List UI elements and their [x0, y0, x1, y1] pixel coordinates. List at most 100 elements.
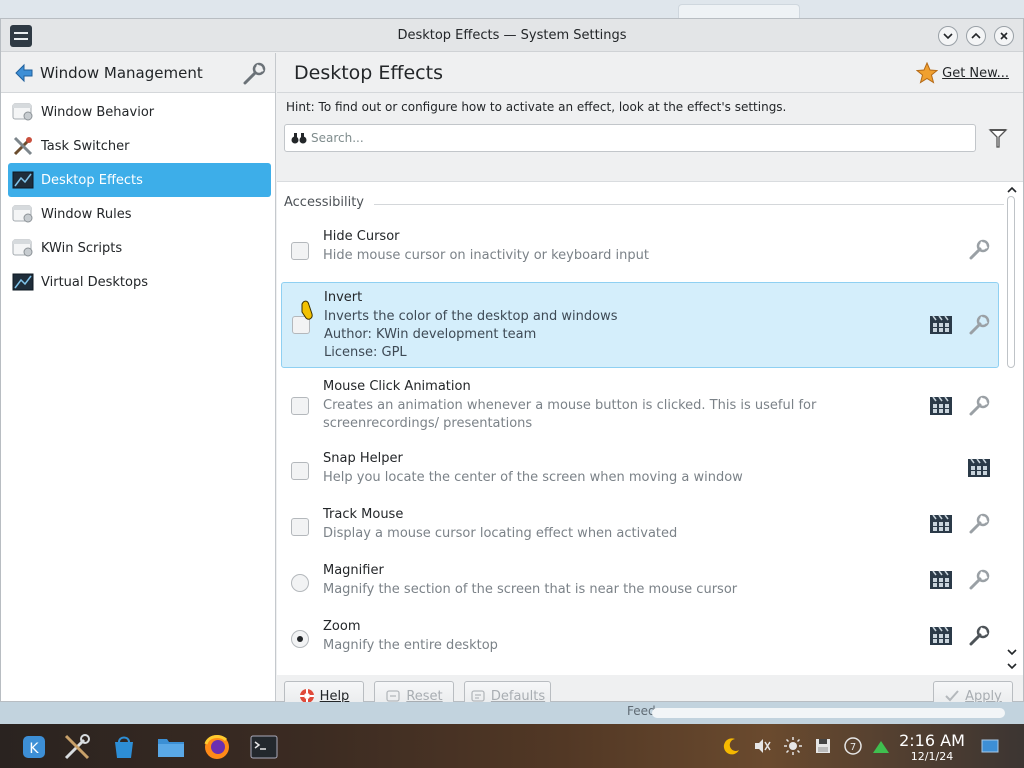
application-launcher-icon[interactable]: K: [17, 730, 51, 764]
effect-item-zoom[interactable]: Zoom Magnify the entire desktop: [281, 612, 999, 664]
sidebar-item-label: KWin Scripts: [41, 240, 123, 256]
firefox-icon[interactable]: [200, 730, 234, 764]
star-icon: [916, 62, 939, 84]
effect-name: Zoom: [323, 619, 361, 634]
effect-checkbox[interactable]: [291, 242, 309, 260]
configure-icon[interactable]: [967, 238, 991, 262]
video-clapperboard-icon[interactable]: [929, 514, 953, 534]
chevron-up-icon: [971, 32, 981, 39]
scroll-track[interactable]: [1007, 196, 1015, 660]
sidebar-item-label: Window Rules: [41, 206, 132, 222]
sidebar-item-kwin-scripts[interactable]: KWin Scripts: [8, 231, 271, 265]
effect-checkbox[interactable]: [292, 316, 310, 334]
scroll-down-icon[interactable]: [1006, 660, 1018, 672]
maximize-button[interactable]: [966, 26, 986, 46]
effect-item-magnifier[interactable]: Magnifier Magnify the section of the scr…: [281, 556, 999, 608]
sidebar-item-label: Task Switcher: [41, 138, 130, 154]
effect-description: Hide mouse cursor on inactivity or keybo…: [323, 248, 649, 263]
sidebar: Window Management Window Behavior Task S…: [1, 53, 276, 701]
effect-name: Hide Cursor: [323, 229, 400, 244]
effect-radio[interactable]: [291, 574, 309, 592]
effect-description: Help you locate the center of the screen…: [323, 470, 743, 485]
video-clapperboard-icon[interactable]: [967, 458, 991, 478]
video-clapperboard-icon[interactable]: [929, 626, 953, 646]
binoculars-icon: [291, 133, 307, 144]
titlebar: Desktop Effects — System Settings: [1, 19, 1023, 52]
effect-name: Track Mouse: [323, 507, 404, 522]
file-manager-icon[interactable]: [154, 730, 188, 764]
system-settings-window: Desktop Effects — System Settings Window…: [0, 18, 1024, 711]
search-input[interactable]: [311, 129, 961, 147]
configure-icon[interactable]: [967, 568, 991, 592]
volume-muted-icon[interactable]: [752, 736, 772, 756]
svg-text:K: K: [29, 741, 39, 757]
effect-checkbox[interactable]: [291, 462, 309, 480]
sidebar-item-window-behavior[interactable]: Window Behavior: [8, 95, 271, 129]
system-settings-icon[interactable]: [60, 730, 94, 764]
section-divider: [374, 204, 1004, 205]
hint-text: Hint: To find out or configure how to ac…: [286, 100, 787, 114]
effect-item-mouse-click-animation[interactable]: Mouse Click Animation Creates an animati…: [281, 372, 999, 440]
configure-icon[interactable]: [967, 512, 991, 536]
effect-checkbox[interactable]: [291, 397, 309, 415]
effect-item-invert[interactable]: Invert Inverts the color of the desktop …: [281, 282, 999, 368]
discover-store-icon[interactable]: [107, 730, 141, 764]
page-title: Desktop Effects: [294, 62, 443, 84]
background-desktop-strip: [0, 0, 1024, 20]
disk-icon[interactable]: [813, 736, 833, 756]
filter-icon[interactable]: [988, 126, 1008, 150]
window-title: Desktop Effects — System Settings: [397, 28, 627, 43]
effect-radio[interactable]: [291, 630, 309, 648]
sidebar-item-window-rules[interactable]: Window Rules: [8, 197, 271, 231]
effect-name: Mouse Click Animation: [323, 379, 471, 394]
back-arrow-icon[interactable]: [13, 62, 35, 84]
updates-icon[interactable]: 7: [843, 736, 863, 756]
show-desktop-icon[interactable]: [980, 736, 1000, 756]
effect-item-hide-cursor[interactable]: Hide Cursor Hide mouse cursor on inactiv…: [281, 222, 999, 278]
svg-text:7: 7: [850, 742, 856, 753]
sidebar-item-desktop-effects[interactable]: Desktop Effects: [8, 163, 271, 197]
effect-description: Magnify the section of the screen that i…: [323, 582, 738, 597]
scroll-up-icon[interactable]: [1006, 184, 1018, 196]
video-clapperboard-icon[interactable]: [929, 315, 953, 335]
network-icon[interactable]: [871, 736, 891, 756]
effect-item-snap-helper[interactable]: Snap Helper Help you locate the center o…: [281, 444, 999, 496]
sidebar-item-virtual-desktops[interactable]: Virtual Desktops: [8, 265, 271, 299]
clock-date[interactable]: 12/1/24: [897, 750, 967, 763]
video-clapperboard-icon[interactable]: [929, 396, 953, 416]
effect-checkbox[interactable]: [291, 518, 309, 536]
kwin-scripts-icon: [12, 239, 33, 257]
background-feed-bar: [652, 708, 1005, 718]
tools-icon[interactable]: [241, 61, 267, 87]
desktop-effects-icon: [12, 171, 34, 189]
configure-icon[interactable]: [967, 624, 991, 648]
footer-bar: Help Reset Defaults Apply: [277, 675, 1023, 711]
effect-item-track-mouse[interactable]: Track Mouse Display a mouse cursor locat…: [281, 500, 999, 552]
sidebar-title: Window Management: [40, 64, 203, 82]
close-button[interactable]: [994, 26, 1014, 46]
effect-description: Display a mouse cursor locating effect w…: [323, 526, 678, 541]
effect-name: Invert: [324, 290, 363, 305]
configure-icon[interactable]: [967, 394, 991, 418]
scroll-thumb[interactable]: [1007, 196, 1015, 368]
video-clapperboard-icon[interactable]: [929, 570, 953, 590]
taskbar: K 7: [0, 724, 1024, 768]
terminal-icon[interactable]: [247, 730, 281, 764]
sidebar-item-task-switcher[interactable]: Task Switcher: [8, 129, 271, 163]
clock-time[interactable]: 2:16 AM: [897, 731, 967, 750]
scroll-down-icon[interactable]: [1006, 646, 1018, 658]
sidebar-item-label: Virtual Desktops: [41, 274, 148, 290]
sidebar-header: Window Management: [1, 53, 275, 93]
effect-description: Inverts the color of the desktop and win…: [324, 309, 618, 324]
effects-scrollbar[interactable]: [1004, 182, 1018, 676]
section-header: Accessibility: [284, 195, 364, 210]
configure-icon[interactable]: [967, 313, 991, 337]
brightness-icon[interactable]: [783, 736, 803, 756]
night-color-icon[interactable]: [722, 736, 742, 756]
main-panel: Desktop Effects Get New... Hint: To find…: [277, 53, 1023, 711]
window-rules-icon: [12, 205, 33, 223]
get-new-button[interactable]: Get New...: [916, 62, 1009, 84]
window-behavior-icon: [12, 103, 33, 121]
minimize-button[interactable]: [938, 26, 958, 46]
search-box: [284, 124, 976, 152]
